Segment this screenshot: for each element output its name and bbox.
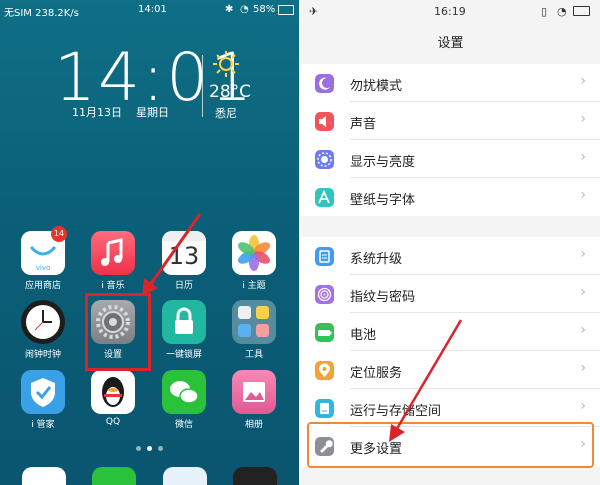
right-phone-settings: ✈ 16:19 ▯ ◔ 设置 勿扰模式 › 声音 › 显示与亮度 › 壁纸与字体… xyxy=(301,0,600,485)
clock-divider xyxy=(202,55,203,117)
qq-penguin-icon xyxy=(91,370,135,414)
settings-row-sound[interactable]: 声音 › xyxy=(301,102,600,140)
vibrate-icon: ▯ xyxy=(541,5,548,18)
svg-text:vivo: vivo xyxy=(36,264,51,272)
gallery-app[interactable]: 相册 xyxy=(222,370,286,430)
shield-icon xyxy=(21,370,65,414)
row-label: 勿扰模式 xyxy=(350,79,403,94)
highlight-box xyxy=(85,293,151,371)
app-label: 相册 xyxy=(244,420,263,430)
lock-screen-app[interactable]: 一键锁屏 xyxy=(152,300,216,360)
clock-date: 11月13日 xyxy=(72,106,122,119)
dock-phone-icon[interactable] xyxy=(22,467,66,485)
settings-row-display[interactable]: 显示与亮度 › xyxy=(301,140,600,178)
gallery-icon xyxy=(232,370,276,414)
sun-icon xyxy=(213,51,239,77)
i-manager-app[interactable]: i 管家 xyxy=(11,370,75,430)
clock-icon xyxy=(21,300,65,344)
storage-icon xyxy=(315,399,334,418)
speaker-icon xyxy=(315,112,334,131)
battery-icon xyxy=(278,5,294,15)
left-phone-homescreen: 无SIM 238.2K/s 14:01 ✱ ◔ 58% 14:01 11月13日… xyxy=(0,0,299,485)
row-label: 壁纸与字体 xyxy=(350,193,416,208)
moon-icon xyxy=(315,74,334,93)
app-label: 一键锁屏 xyxy=(165,350,202,360)
upgrade-icon xyxy=(315,247,334,266)
chevron-right-icon: › xyxy=(580,246,586,262)
location-icon xyxy=(315,361,334,380)
theme-app[interactable]: i 主题 xyxy=(222,231,286,291)
settings-row-do-not-disturb[interactable]: 勿扰模式 › xyxy=(301,64,600,102)
status-time: 14:01 xyxy=(138,4,167,15)
row-label: 声音 xyxy=(350,117,377,132)
settings-row-fingerprint[interactable]: 指纹与密码 › xyxy=(301,275,600,313)
dock-browser-icon[interactable] xyxy=(163,467,207,485)
battery-icon xyxy=(315,323,334,342)
wechat-app[interactable]: 微信 xyxy=(152,370,216,430)
chevron-right-icon: › xyxy=(580,360,586,376)
chevron-right-icon: › xyxy=(580,322,586,338)
status-bar: 无SIM 238.2K/s 14:01 ✱ ◔ 58% xyxy=(0,0,299,20)
dock-camera-icon[interactable] xyxy=(233,467,277,485)
row-label: 电池 xyxy=(350,328,377,343)
settings-group-1: 勿扰模式 › 声音 › 显示与亮度 › 壁纸与字体 › xyxy=(301,64,600,216)
clock-weekday: 星期日 xyxy=(136,106,169,119)
app-label: 闹钟时钟 xyxy=(24,350,61,360)
fingerprint-icon xyxy=(315,285,334,304)
tools-folder[interactable]: 工具 xyxy=(222,300,286,360)
status-time: 16:19 xyxy=(434,5,466,18)
chevron-right-icon: › xyxy=(580,73,586,89)
page-title: 设置 xyxy=(437,36,464,51)
music-note-icon xyxy=(91,231,135,275)
wifi-icon: ◔ xyxy=(240,4,249,15)
row-label: 系统升级 xyxy=(350,252,403,267)
lock-icon xyxy=(162,300,206,344)
clock-app[interactable]: 闹钟时钟 xyxy=(11,300,75,360)
settings-row-wallpaper-font[interactable]: 壁纸与字体 › xyxy=(301,178,600,216)
carrier-speed: 无SIM 238.2K/s xyxy=(4,8,79,19)
chevron-right-icon: › xyxy=(580,398,586,414)
font-icon xyxy=(315,188,334,207)
page-indicator[interactable] xyxy=(133,436,166,455)
app-label: 工具 xyxy=(244,350,263,360)
pinwheel-icon xyxy=(232,231,276,275)
app-label: i 管家 xyxy=(31,420,55,430)
chevron-right-icon: › xyxy=(580,111,586,127)
wifi-icon: ◔ xyxy=(557,5,567,18)
folder-icon xyxy=(232,300,276,344)
app-store-app[interactable]: vivo 14 应用商店 xyxy=(11,226,75,291)
chevron-right-icon: › xyxy=(580,149,586,165)
chevron-right-icon: › xyxy=(580,284,586,300)
notification-badge: 14 xyxy=(51,226,67,242)
dock-messages-icon[interactable] xyxy=(92,467,136,485)
status-bar: ✈ 16:19 ▯ ◔ xyxy=(301,0,600,22)
app-label: i 主题 xyxy=(242,281,266,291)
app-label: 应用商店 xyxy=(24,281,61,291)
arrow-icon xyxy=(142,213,202,296)
qq-app[interactable]: QQ xyxy=(81,370,145,427)
battery-icon xyxy=(573,6,590,16)
weather-city: 悉尼 xyxy=(215,107,237,120)
battery-percent: 58% xyxy=(253,4,276,15)
arrow-icon xyxy=(389,319,463,442)
settings-row-system-upgrade[interactable]: 系统升级 › xyxy=(301,237,600,275)
brightness-icon xyxy=(315,150,334,169)
app-label: 微信 xyxy=(174,420,193,430)
weather-temp: 28°C xyxy=(209,82,252,102)
wechat-icon xyxy=(162,370,206,414)
bluetooth-icon: ✱ xyxy=(225,4,234,15)
row-label: 显示与亮度 xyxy=(350,155,416,170)
chevron-right-icon: › xyxy=(580,187,586,203)
app-label: QQ xyxy=(105,417,121,427)
row-label: 指纹与密码 xyxy=(350,290,416,305)
airplane-icon: ✈ xyxy=(309,5,319,18)
